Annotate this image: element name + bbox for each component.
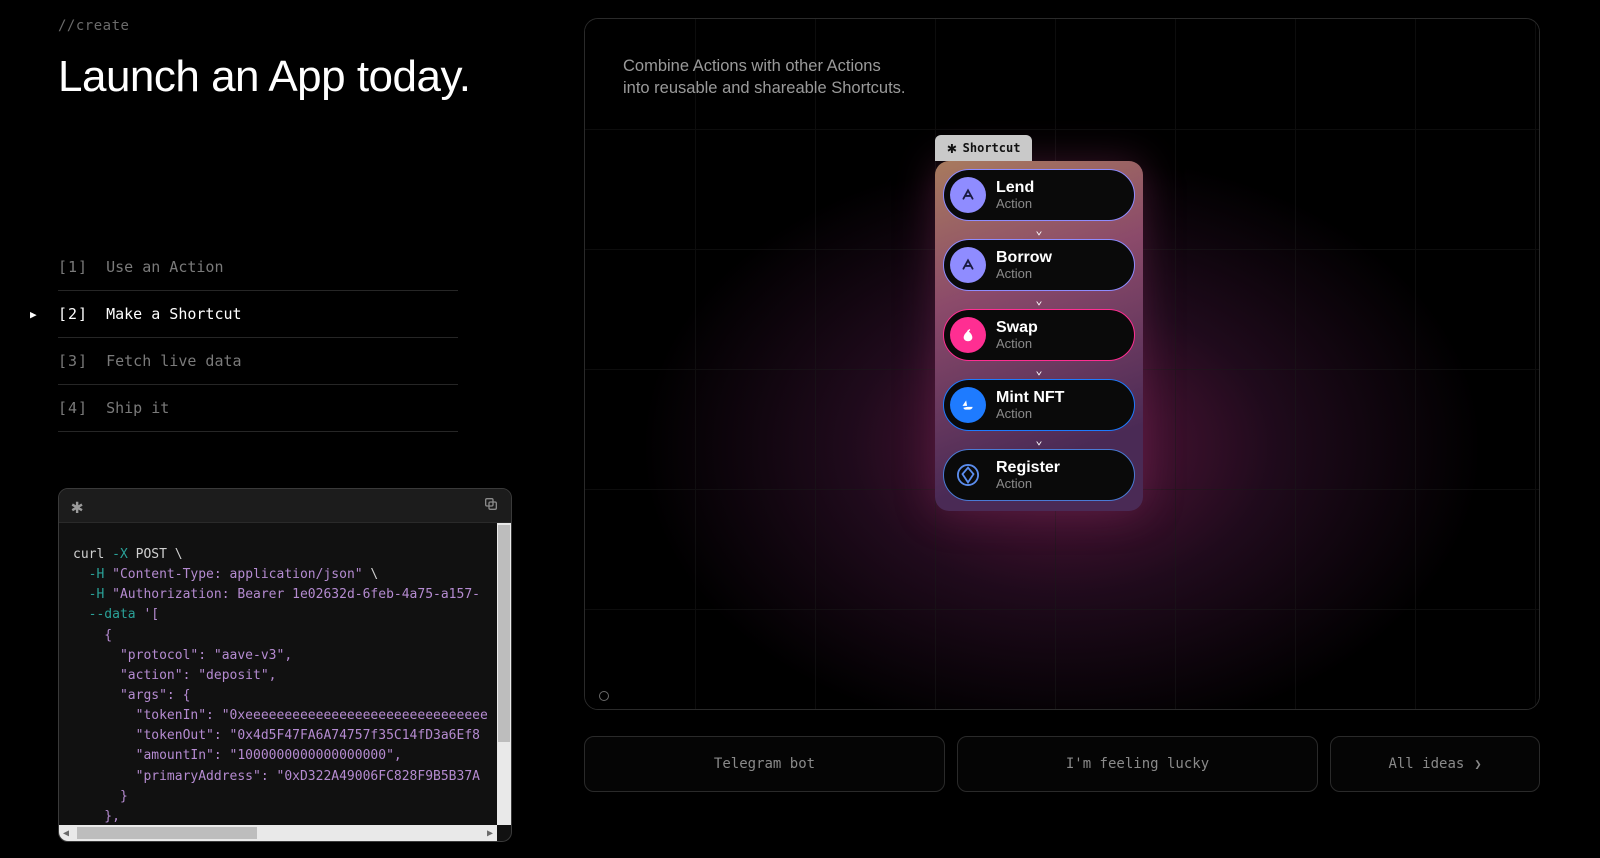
step-ship-it[interactable]: [4] Ship it (58, 385, 458, 432)
action-pill-mint-nft[interactable]: Mint NFTAction (943, 379, 1135, 431)
aave-icon (950, 247, 986, 283)
code-content[interactable]: curl -X POST \ -H "Content-Type: applica… (59, 523, 511, 825)
uniswap-icon (950, 317, 986, 353)
code-panel: ✱ curl -X POST \ -H "Content-Type: appli… (58, 488, 512, 842)
chevron-down-icon: ⌄ (943, 291, 1135, 309)
page-headline: Launch an App today. (58, 52, 518, 102)
action-pill-swap[interactable]: SwapAction (943, 309, 1135, 361)
opensea-icon (950, 387, 986, 423)
action-title: Register (996, 459, 1060, 477)
action-title: Mint NFT (996, 389, 1064, 407)
action-title: Borrow (996, 249, 1052, 267)
copy-button[interactable] (483, 496, 499, 516)
buttons-row: Telegram bot I'm feeling lucky All ideas… (584, 736, 1540, 792)
step-number: [3] (58, 352, 88, 370)
chevron-down-icon: ⌄ (943, 221, 1135, 239)
shortcut-tab: ✱ Shortcut (935, 135, 1032, 161)
asterisk-icon: ✱ (947, 140, 957, 156)
action-subtitle: Action (996, 476, 1060, 491)
step-fetch-data[interactable]: [3] Fetch live data (58, 338, 458, 385)
step-number: [1] (58, 258, 88, 276)
action-pill-borrow[interactable]: BorrowAction (943, 239, 1135, 291)
feeling-lucky-button[interactable]: I'm feeling lucky (957, 736, 1318, 792)
shortcut-card: ✱ Shortcut LendAction⌄BorrowAction⌄SwapA… (935, 161, 1143, 511)
copy-icon (483, 496, 499, 512)
action-pill-register[interactable]: RegisterAction (943, 449, 1135, 501)
ens-icon (950, 457, 986, 493)
vertical-scrollbar[interactable] (497, 523, 511, 825)
step-label: Use an Action (106, 258, 223, 276)
action-subtitle: Action (996, 336, 1038, 351)
action-title: Lend (996, 179, 1034, 197)
aave-icon (950, 177, 986, 213)
chevron-down-icon: ⌄ (943, 361, 1135, 379)
all-ideas-button[interactable]: All ideas ❯ (1330, 736, 1540, 792)
node-dot-icon (599, 691, 609, 701)
step-label: Make a Shortcut (106, 305, 241, 323)
steps-list: [1] Use an Action ▶ [2] Make a Shortcut … (58, 244, 458, 432)
caret-icon: ▶ (30, 308, 37, 321)
scroll-thumb[interactable] (77, 827, 257, 839)
action-subtitle: Action (996, 406, 1064, 421)
step-label: Fetch live data (106, 352, 241, 370)
action-title: Swap (996, 319, 1038, 337)
action-subtitle: Action (996, 266, 1052, 281)
horizontal-scrollbar[interactable]: ◀ ▶ (59, 825, 497, 841)
scroll-right-icon[interactable]: ▶ (483, 825, 497, 841)
preview-panel: Combine Actions with other Actions into … (584, 18, 1540, 710)
action-subtitle: Action (996, 196, 1034, 211)
step-number: [2] (58, 305, 88, 323)
step-use-action[interactable]: [1] Use an Action (58, 244, 458, 291)
scroll-left-icon[interactable]: ◀ (59, 825, 73, 841)
asterisk-icon: ✱ (71, 496, 83, 516)
step-make-shortcut[interactable]: ▶ [2] Make a Shortcut (58, 291, 458, 338)
telegram-bot-button[interactable]: Telegram bot (584, 736, 945, 792)
panel-description: Combine Actions with other Actions into … (623, 55, 906, 100)
chevron-down-icon: ⌄ (943, 431, 1135, 449)
code-titlebar: ✱ (59, 489, 511, 523)
eyebrow-label: //create (58, 18, 518, 34)
step-label: Ship it (106, 399, 169, 417)
step-number: [4] (58, 399, 88, 417)
chevron-right-icon: ❯ (1474, 757, 1481, 771)
action-pill-lend[interactable]: LendAction (943, 169, 1135, 221)
